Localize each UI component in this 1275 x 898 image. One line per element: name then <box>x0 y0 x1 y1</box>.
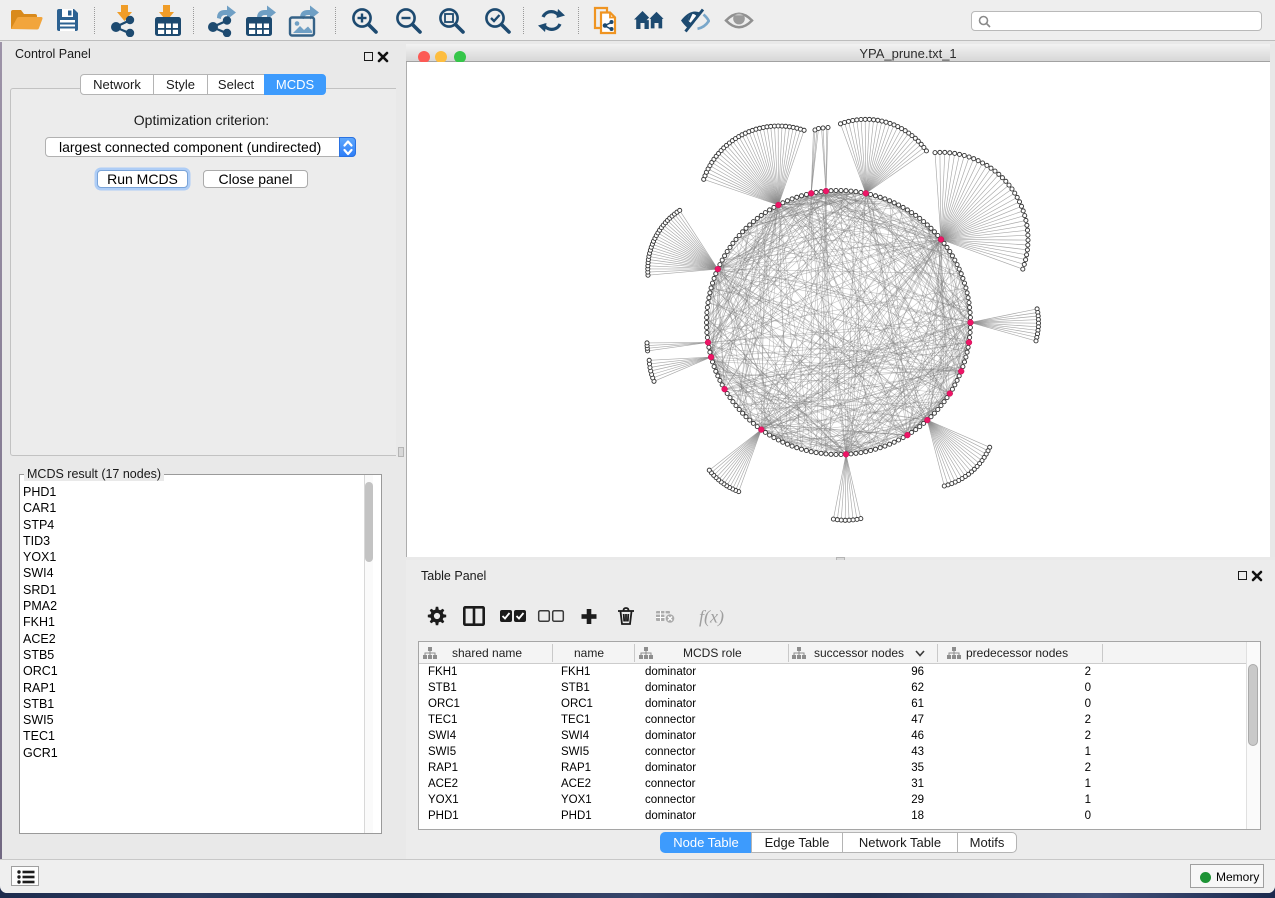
svg-text:f(x): f(x) <box>699 607 724 628</box>
